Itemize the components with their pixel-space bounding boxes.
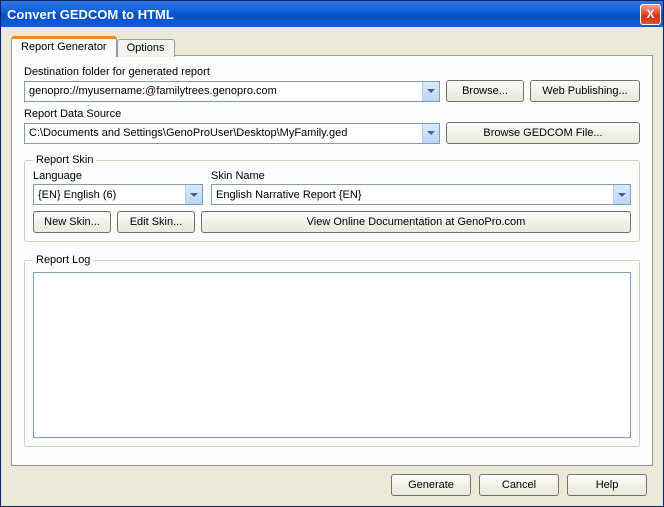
- source-combo[interactable]: C:\Documents and Settings\GenoProUser\De…: [24, 123, 440, 144]
- window-title: Convert GEDCOM to HTML: [7, 7, 640, 22]
- chevron-down-icon: [427, 89, 435, 93]
- language-dropdown-button[interactable]: [185, 185, 202, 204]
- tab-label: Report Generator: [21, 41, 107, 53]
- client-area: Report Generator Options Destination fol…: [1, 27, 663, 506]
- title-bar: Convert GEDCOM to HTML X: [1, 1, 663, 27]
- tab-label: Options: [127, 42, 165, 54]
- close-button[interactable]: X: [640, 4, 661, 25]
- skin-name-combo[interactable]: English Narrative Report {EN}: [211, 184, 631, 205]
- language-combo[interactable]: {EN} English (6): [33, 184, 203, 205]
- report-skin-legend: Report Skin: [33, 154, 96, 166]
- chevron-down-icon: [618, 193, 626, 197]
- destination-combo[interactable]: genopro://myusername:@familytrees.genopr…: [24, 81, 440, 102]
- chevron-down-icon: [427, 131, 435, 135]
- source-label: Report Data Source: [24, 108, 640, 120]
- source-value: C:\Documents and Settings\GenoProUser\De…: [29, 127, 422, 139]
- online-documentation-button[interactable]: View Online Documentation at GenoPro.com: [201, 211, 631, 233]
- close-icon: X: [646, 8, 654, 20]
- skin-name-dropdown-button[interactable]: [613, 185, 630, 204]
- cancel-button[interactable]: Cancel: [479, 474, 559, 496]
- language-label: Language: [33, 170, 203, 182]
- dialog-buttons: Generate Cancel Help: [11, 466, 653, 496]
- help-button[interactable]: Help: [567, 474, 647, 496]
- skin-name-label: Skin Name: [211, 170, 631, 182]
- dialog-window: Convert GEDCOM to HTML X Report Generato…: [0, 0, 664, 507]
- destination-dropdown-button[interactable]: [422, 82, 439, 101]
- browse-button[interactable]: Browse...: [446, 80, 524, 102]
- tab-strip: Report Generator Options: [11, 35, 653, 55]
- tab-options[interactable]: Options: [117, 39, 175, 57]
- web-publishing-button[interactable]: Web Publishing...: [530, 80, 640, 102]
- destination-value: genopro://myusername:@familytrees.genopr…: [29, 85, 422, 97]
- language-value: {EN} English (6): [38, 189, 185, 201]
- browse-gedcom-button[interactable]: Browse GEDCOM File...: [446, 122, 640, 144]
- report-skin-group: Report Skin Language {EN} English (6) Sk…: [24, 154, 640, 242]
- tab-report-generator[interactable]: Report Generator: [11, 36, 117, 57]
- tab-panel-report-generator: Destination folder for generated report …: [11, 55, 653, 466]
- report-log-textarea[interactable]: [33, 272, 631, 438]
- generate-button[interactable]: Generate: [391, 474, 471, 496]
- skin-name-value: English Narrative Report {EN}: [216, 189, 613, 201]
- source-dropdown-button[interactable]: [422, 124, 439, 143]
- report-log-group: Report Log: [24, 254, 640, 447]
- edit-skin-button[interactable]: Edit Skin...: [117, 211, 195, 233]
- destination-label: Destination folder for generated report: [24, 66, 640, 78]
- new-skin-button[interactable]: New Skin...: [33, 211, 111, 233]
- chevron-down-icon: [190, 193, 198, 197]
- report-log-legend: Report Log: [33, 254, 93, 266]
